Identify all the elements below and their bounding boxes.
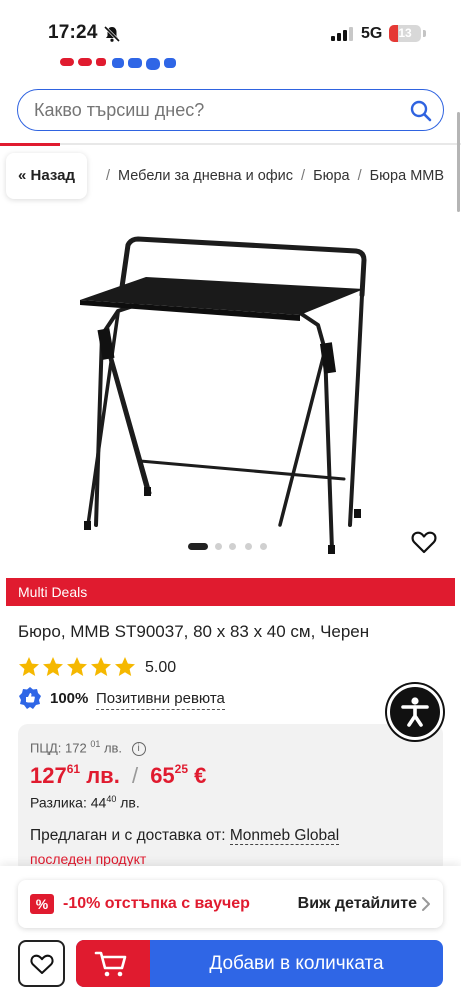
diff-label: Разлика: 44 — [30, 794, 107, 811]
accessibility-button[interactable] — [387, 684, 443, 740]
cart-icon-box — [76, 940, 150, 987]
seller-label: Предлаган и с доставка от: — [30, 827, 230, 844]
heart-icon — [30, 954, 54, 974]
seller-info: Предлаган и с доставка от: Monmeb Global — [30, 827, 340, 845]
battery-level: 13 — [398, 26, 412, 40]
accessibility-icon — [401, 697, 429, 727]
gallery-dot-active[interactable] — [188, 543, 208, 550]
star-icon — [43, 657, 63, 676]
chevron-right-icon — [422, 897, 430, 911]
gallery-dot[interactable] — [245, 543, 252, 550]
breadcrumb-item-mmb-desks[interactable]: Бюра MMB — [370, 168, 444, 184]
thumbs-up-badge-icon — [19, 687, 41, 709]
voucher-bar[interactable]: % -10% отстъпка с ваучер Виж детайлите — [18, 880, 443, 928]
network-type: 5G — [361, 25, 383, 42]
gallery-dot[interactable] — [229, 543, 236, 550]
star-icon — [115, 657, 135, 676]
deals-banner[interactable]: Multi Deals — [6, 578, 455, 606]
product-image[interactable] — [0, 225, 461, 555]
pcd-currency: лв. — [100, 740, 123, 756]
star-icon — [91, 657, 111, 676]
diff-currency: лв. — [116, 794, 140, 811]
price-box: ПЦД: 172 01 лв. i 12761 лв. / 6525 € Раз… — [18, 724, 443, 874]
header-divider — [0, 143, 461, 145]
heart-icon[interactable] — [410, 528, 438, 556]
status-bar: 17:24 5G 13 — [0, 0, 461, 58]
voucher-text: -10% отстъпка с ваучер — [63, 895, 250, 912]
cart-icon — [94, 951, 127, 977]
positive-reviews-link[interactable]: Позитивни ревюта — [96, 690, 225, 710]
price-eur-cents: 25 — [174, 762, 189, 776]
price-eur: 65 — [150, 763, 175, 788]
accent-line — [0, 143, 60, 146]
bell-off-icon — [103, 25, 121, 43]
add-to-cart-label: Добави в количката — [209, 953, 384, 974]
current-price: 12761 лв. / 6525 € — [30, 762, 206, 789]
breadcrumb-trail: / Мебели за дневна и офис / Бюра / Бюра MMB — [98, 168, 444, 184]
gallery-dot[interactable] — [215, 543, 222, 550]
price-eur-currency: € — [188, 763, 207, 788]
voucher-details-link[interactable]: Виж детайлите — [298, 895, 417, 913]
favorite-button[interactable] — [18, 940, 65, 987]
breadcrumb-separator: / — [106, 168, 111, 184]
product-title: Бюро, MMB ST90037, 80 x 83 x 40 см, Чере… — [18, 622, 370, 641]
breadcrumb-item-desks[interactable]: Бюра — [313, 168, 350, 184]
pcd-cents: 01 — [90, 739, 101, 749]
price-difference: Разлика: 4440 лв. — [30, 794, 140, 811]
status-time: 17:24 — [48, 22, 98, 43]
voucher-badge: % — [30, 894, 54, 914]
stock-status: последен продукт — [30, 851, 147, 867]
breadcrumb-separator: / — [357, 168, 362, 184]
scrollbar[interactable] — [457, 112, 460, 212]
price-bgn-currency: лв. — [80, 763, 120, 788]
gallery-dot[interactable] — [260, 543, 267, 550]
search-icon[interactable] — [409, 99, 433, 123]
diff-cents: 40 — [106, 794, 117, 804]
price-bgn-cents: 61 — [66, 762, 81, 776]
breadcrumb-item-furniture[interactable]: Мебели за дневна и офис — [118, 168, 293, 184]
add-to-cart-button[interactable]: Добави в количката — [76, 940, 443, 987]
battery-icon: 13 — [389, 25, 421, 42]
site-logo[interactable] — [60, 58, 180, 74]
recommended-price: ПЦД: 172 01 лв. i — [30, 739, 146, 756]
seller-link[interactable]: Monmeb Global — [229, 827, 340, 845]
breadcrumb: « Назад / Мебели за дневна и офис / Бюра / Бю… — [0, 153, 461, 199]
pcd-label: ПЦД: 172 — [30, 740, 87, 756]
star-icon — [67, 657, 87, 676]
info-icon[interactable]: i — [131, 741, 146, 756]
price-separator: / — [131, 763, 139, 788]
signal-icon — [331, 27, 353, 41]
price-bgn: 127 — [30, 763, 67, 788]
star-icon — [19, 657, 39, 676]
search-input[interactable] — [34, 100, 394, 121]
rating-value: 5.00 — [145, 659, 177, 676]
breadcrumb-separator: / — [301, 168, 306, 184]
search-bar[interactable] — [17, 89, 444, 131]
battery-tip — [423, 30, 426, 37]
back-button[interactable]: « Назад — [6, 153, 87, 199]
positive-reviews-percent: 100% — [50, 690, 89, 707]
